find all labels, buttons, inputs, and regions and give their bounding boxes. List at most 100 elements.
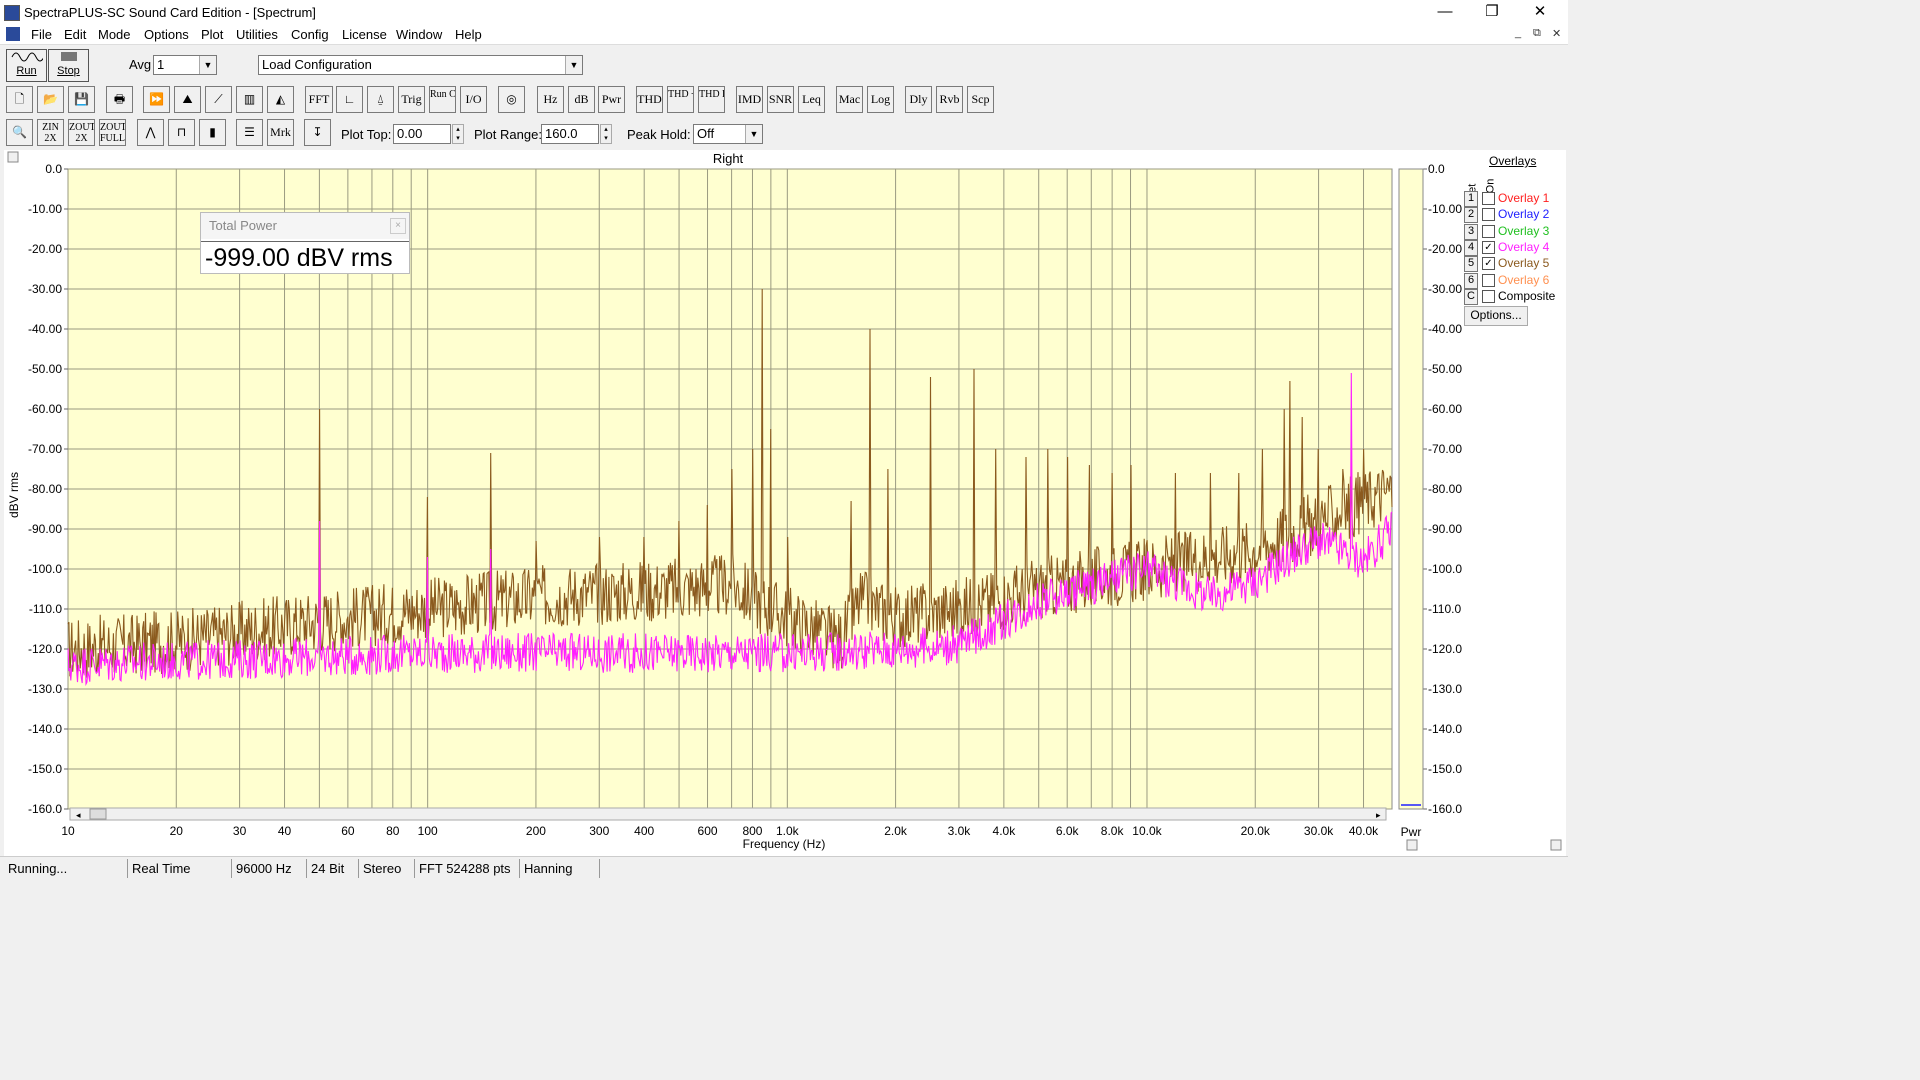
scp-button[interactable]: Scp [967, 86, 994, 113]
stop-button[interactable]: Stop [48, 49, 89, 82]
dly-button[interactable]: Dly [905, 86, 932, 113]
save-icon[interactable]: 💾 [68, 86, 95, 113]
y-tick-label-right: -60.00 [1428, 402, 1462, 416]
open-folder-icon[interactable]: 📂 [37, 86, 64, 113]
x-tick-label: 200 [526, 824, 546, 838]
3d-surface-icon[interactable]: ◭ [267, 86, 294, 113]
overlay-checkbox[interactable] [1482, 289, 1495, 303]
horizontal-scrollbar[interactable] [69, 807, 1387, 821]
collapse-icon[interactable] [1406, 839, 1418, 851]
marker-button[interactable]: Mrk [267, 119, 294, 146]
spectrogram-icon[interactable]: ▥ [236, 86, 263, 113]
overlay-checkbox[interactable]: ✓ [1482, 257, 1495, 271]
db-button[interactable]: dB [568, 86, 595, 113]
thd-freq-button[interactable]: THD Freq [698, 86, 725, 113]
rvb-button[interactable]: Rvb [936, 86, 963, 113]
hz-button[interactable]: Hz [537, 86, 564, 113]
close-button[interactable]: ✕ [1517, 0, 1563, 26]
generator-icon[interactable]: ⍙ [367, 86, 394, 113]
menu-help[interactable]: Help [455, 27, 482, 42]
restore-button[interactable]: ❐ [1469, 0, 1515, 26]
overlay-checkbox[interactable] [1482, 192, 1495, 205]
mdi-close-button[interactable]: ✕ [1552, 27, 1561, 40]
step-plot-icon[interactable]: ⊓ [168, 119, 195, 146]
run-ctrl-button[interactable]: Run Ctrl [429, 86, 456, 113]
bar-plot-icon[interactable]: ▮ [199, 119, 226, 146]
overlay-checkbox[interactable] [1482, 273, 1495, 287]
plot-top-input[interactable]: 0.00 [393, 124, 451, 144]
y-tick-label: -60.00 [28, 402, 62, 416]
close-icon[interactable]: × [390, 218, 406, 234]
mdi-minimize-button[interactable]: _ [1515, 27, 1521, 39]
overlay-set-button[interactable]: 4 [1464, 239, 1478, 256]
stop-icon [60, 52, 77, 61]
print-icon[interactable]: 🖶 [106, 86, 133, 113]
menu-utilities[interactable]: Utilities [236, 27, 278, 42]
overlay-set-button[interactable]: 1 [1464, 191, 1478, 207]
overlay-options-button[interactable]: Options... [1464, 306, 1528, 326]
plot-top-spinner[interactable]: ▴ ▾ [452, 124, 464, 144]
overlay-checkbox[interactable]: ✓ [1482, 240, 1495, 254]
menu-options[interactable]: Options [144, 27, 189, 42]
plot-range-input[interactable]: 160.0 [541, 124, 599, 144]
menu-window[interactable]: Window [396, 27, 442, 42]
overlay-checkbox[interactable] [1482, 224, 1495, 238]
fast-forward-icon[interactable]: ⏩ [143, 86, 170, 113]
mdi-restore-button[interactable]: ⧉ [1533, 27, 1541, 40]
y-tick-label-right: -140.0 [1428, 722, 1462, 736]
signal-generator-icon[interactable]: ◎ [498, 86, 525, 113]
log-button[interactable]: Log [867, 86, 894, 113]
overlay-checkbox[interactable] [1482, 208, 1495, 222]
overlays-title: Overlays [1489, 154, 1537, 168]
thd-n-button[interactable]: THD +N [667, 86, 694, 113]
configuration-select[interactable]: Load Configuration ▼ [258, 55, 583, 75]
status-sample-rate: 96000 Hz [232, 859, 307, 878]
snr-button[interactable]: SNR [767, 86, 794, 113]
zoom-in-2x-button[interactable]: ZIN 2X [37, 119, 64, 146]
time-series-icon[interactable]: ⟋ [205, 86, 232, 113]
zoom-out-full-button[interactable]: ZOUT FULL [99, 119, 126, 146]
pwr-button[interactable]: Pwr [598, 86, 625, 113]
scrollbar-thumb[interactable] [89, 808, 107, 820]
total-power-window[interactable]: Total Power × -999.00 dBV rms [200, 212, 410, 274]
zoom-icon[interactable]: 🔍 [6, 119, 33, 146]
overlay-set-button[interactable]: 5 [1464, 256, 1478, 273]
fft-button[interactable]: FFT [305, 86, 333, 113]
overlay-set-button[interactable]: 3 [1464, 223, 1478, 240]
menu-plot[interactable]: Plot [201, 27, 223, 42]
cursor-icon[interactable]: ↧ [304, 119, 331, 146]
spectrum-view-icon[interactable]: ⛰ [174, 86, 201, 113]
io-button[interactable]: I/O [460, 86, 487, 113]
run-button[interactable]: Run [6, 49, 47, 82]
document-icon[interactable] [6, 27, 20, 41]
toolbar-main: Run Stop Avg 1 ▼ Load Configuration ▼ [0, 46, 1568, 84]
axis-icon[interactable]: ∟ [336, 86, 363, 113]
title-bar: SpectraPLUS-SC Sound Card Edition - [Spe… [0, 0, 1568, 26]
collapse-icon[interactable] [1550, 839, 1562, 851]
line-plot-icon[interactable]: ⋀ [137, 119, 164, 146]
leq-button[interactable]: Leq [798, 86, 825, 113]
menu-edit[interactable]: Edit [64, 27, 86, 42]
menu-mode[interactable]: Mode [98, 27, 131, 42]
collapse-icon[interactable] [7, 151, 19, 163]
overlay-label: Overlay 4 [1498, 239, 1550, 254]
overlay-set-button[interactable]: C [1464, 288, 1478, 305]
menu-config[interactable]: Config [291, 27, 329, 42]
menu-license[interactable]: License [342, 27, 387, 42]
trig-button[interactable]: Trig [398, 86, 425, 113]
minimize-button[interactable]: — [1422, 0, 1468, 26]
thd-button[interactable]: THD [636, 86, 663, 113]
menu-file[interactable]: File [31, 27, 52, 42]
plot-range-spinner[interactable]: ▴ ▾ [600, 124, 612, 144]
overlay-set-button[interactable]: 6 [1464, 272, 1478, 289]
avg-select[interactable]: 1 ▼ [153, 55, 217, 75]
mac-button[interactable]: Mac [836, 86, 863, 113]
new-file-icon[interactable]: 🗋 [6, 86, 33, 113]
scroll-right-icon[interactable]: ▸ [1376, 811, 1381, 821]
zoom-out-2x-button[interactable]: ZOUT 2X [68, 119, 95, 146]
imd-button[interactable]: IMD [736, 86, 763, 113]
overlay-set-button[interactable]: 2 [1464, 207, 1478, 224]
scroll-left-icon[interactable]: ◂ [76, 811, 81, 821]
legend-icon[interactable]: ☰ [236, 119, 263, 146]
peak-hold-select[interactable]: Off ▼ [693, 124, 763, 144]
